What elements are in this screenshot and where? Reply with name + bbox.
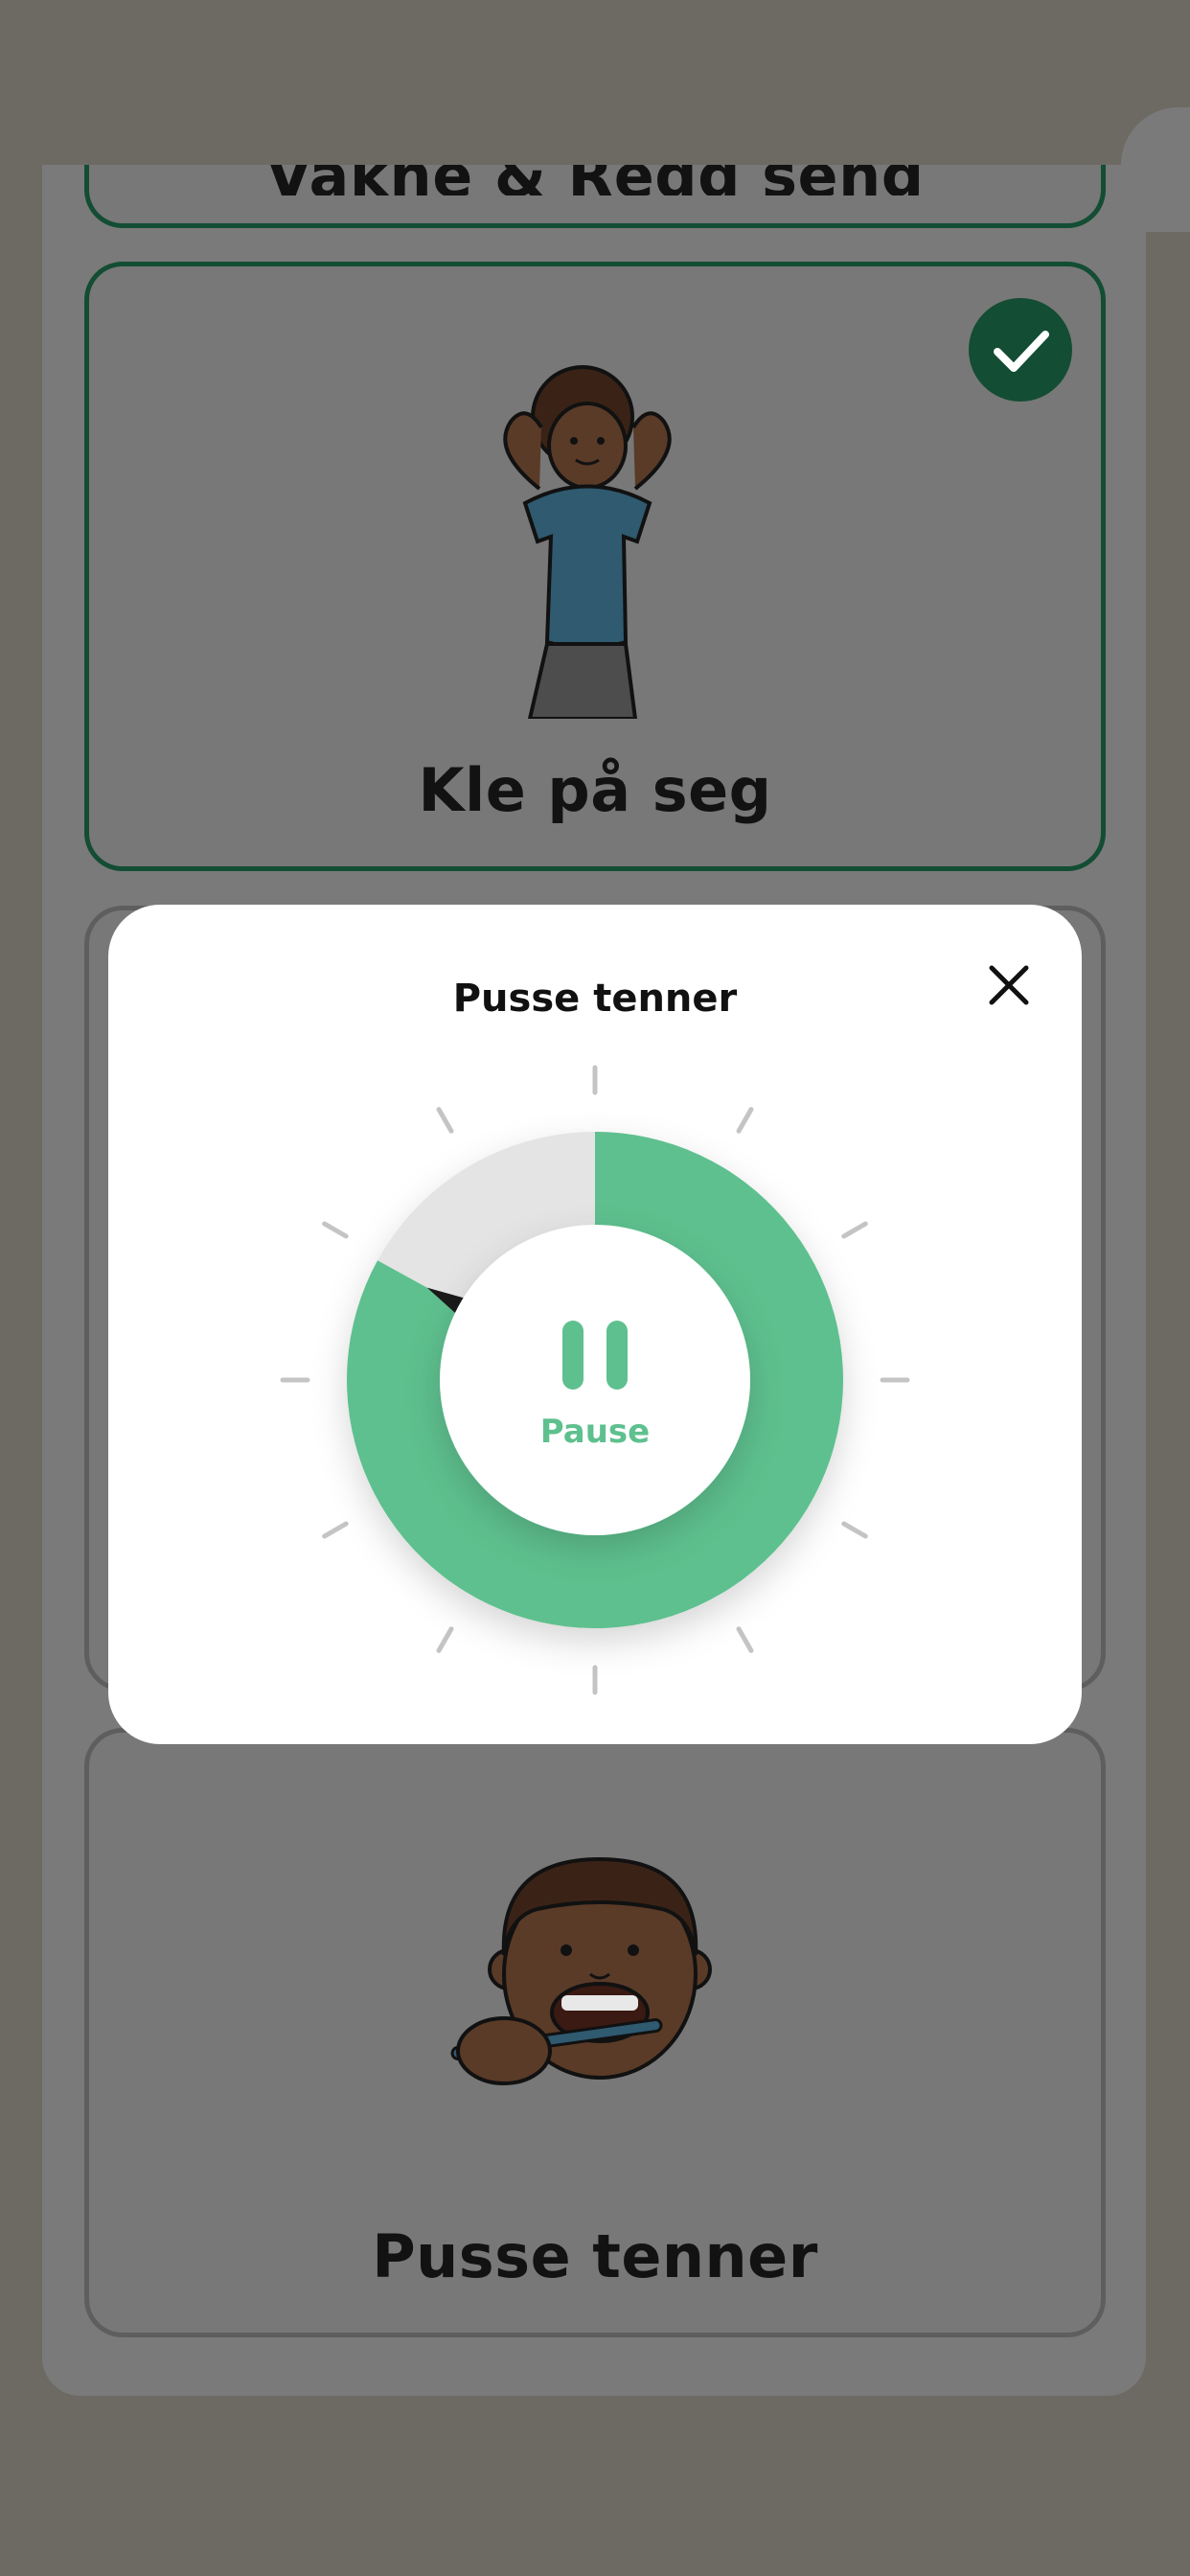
pause-label: Pause — [539, 1413, 651, 1451]
timer-tick — [736, 1107, 754, 1134]
timer-tick — [436, 1107, 454, 1134]
routine-card-title: Pusse tenner — [372, 2221, 818, 2291]
routine-card[interactable]: Kle på seg — [84, 262, 1106, 871]
timer-tick — [322, 1221, 349, 1239]
completed-check-icon — [969, 298, 1072, 402]
boy-dressing-illustration — [503, 365, 672, 719]
pause-icon — [562, 1321, 628, 1390]
timer-tick — [841, 1221, 868, 1239]
routine-card-title: Kle på seg — [418, 755, 772, 825]
boy-brushing-teeth-illustration — [450, 1856, 712, 2085]
timer-tick — [436, 1626, 454, 1653]
routine-card[interactable]: Pusse tenner — [84, 1728, 1106, 2337]
timer-tick — [841, 1521, 868, 1539]
pause-button[interactable]: Pause — [440, 1225, 750, 1535]
timer-dialog: Pusse tenner Pause — [108, 905, 1082, 1744]
timer-tick — [736, 1626, 754, 1653]
timer-tick — [322, 1521, 349, 1539]
top-area — [0, 0, 1121, 165]
